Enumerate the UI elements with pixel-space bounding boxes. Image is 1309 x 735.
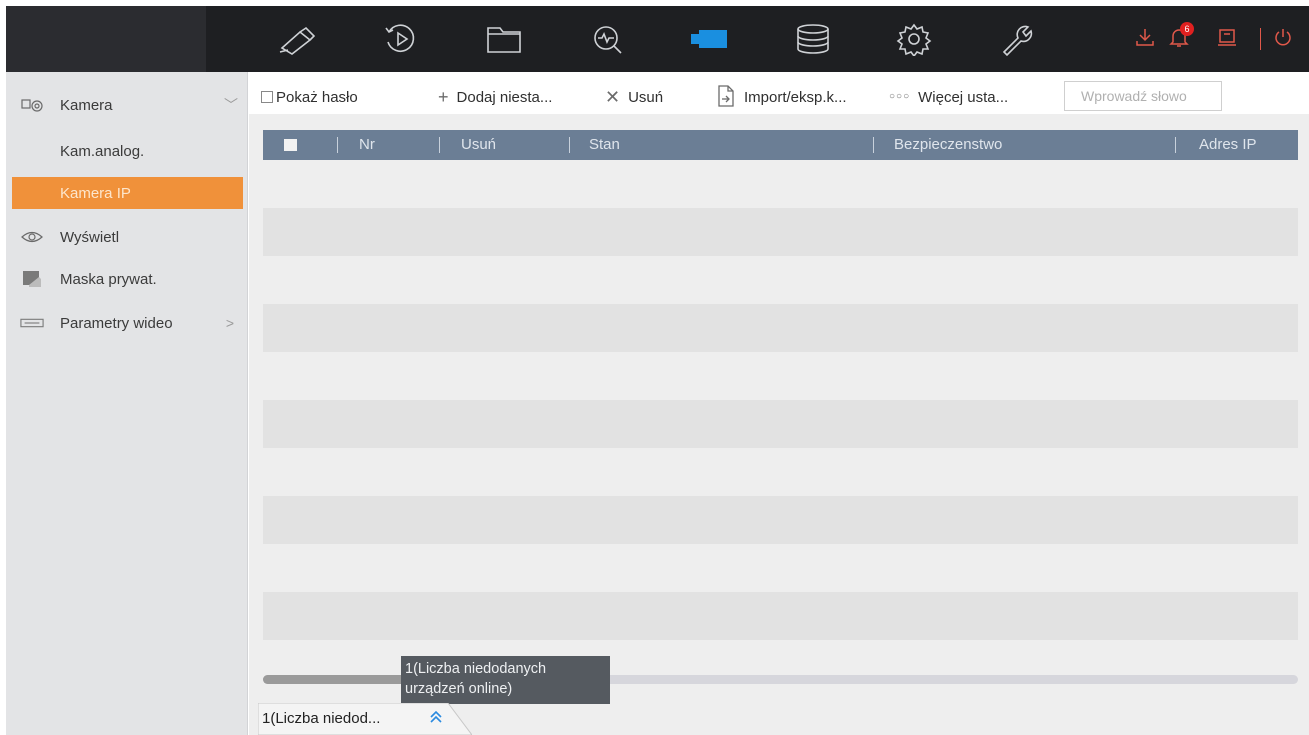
sidebar-item-label: Parametry wideo: [60, 314, 173, 332]
delete-button[interactable]: ✕ Usuń: [605, 86, 663, 108]
plus-icon: +: [438, 87, 449, 107]
display-icon[interactable]: [1216, 24, 1238, 54]
double-chevron-up-icon[interactable]: [428, 709, 444, 725]
add-device-button[interactable]: + Dodaj niesta...: [438, 86, 552, 108]
playback-icon[interactable]: [381, 22, 421, 56]
table-row[interactable]: [263, 400, 1298, 448]
table-row[interactable]: [263, 544, 1298, 592]
select-all-checkbox[interactable]: [284, 139, 297, 151]
separator: [1260, 24, 1261, 54]
table-row[interactable]: [263, 592, 1298, 640]
sidebar: Kamera ﹀ Kam.analog. Kamera IP Wyświetl …: [6, 72, 248, 735]
chevron-right-icon: >: [225, 315, 234, 331]
download-icon[interactable]: [1134, 24, 1156, 54]
logo-area: [6, 6, 206, 72]
toolbar: Pokaż hasło + Dodaj niesta... ✕ Usuń Imp…: [249, 78, 1309, 114]
sidebar-item-kamera[interactable]: Kamera ﹀: [6, 89, 248, 121]
table-row[interactable]: [263, 160, 1298, 208]
more-settings-label: Więcej usta...: [918, 88, 1009, 106]
camera-group-icon: [20, 96, 44, 114]
table-row[interactable]: [263, 496, 1298, 544]
notification-badge: 6: [1180, 21, 1194, 36]
camera-icon[interactable]: [276, 22, 316, 56]
sidebar-item-label: Maska prywat.: [60, 270, 157, 288]
table-row[interactable]: [263, 448, 1298, 496]
tooltip-line: urządzeń online): [405, 681, 513, 697]
more-settings-button[interactable]: ○○○ Więcej usta...: [889, 86, 1008, 108]
import-icon: [716, 84, 736, 110]
scrollbar-thumb[interactable]: [263, 675, 413, 684]
sidebar-item-label: Kam.analog.: [60, 142, 145, 160]
settings-icon[interactable]: [894, 22, 934, 56]
search-input[interactable]: Wprowadź słowo: [1064, 81, 1222, 111]
table-header: Nr Usuń Stan Bezpieczenstwo Adres IP: [263, 130, 1298, 160]
table-row[interactable]: [263, 208, 1298, 256]
column-header-bezpieczenstwo[interactable]: Bezpieczenstwo: [894, 130, 1002, 160]
power-icon[interactable]: [1272, 24, 1294, 54]
sidebar-item-kam-analog[interactable]: Kam.analog.: [6, 135, 248, 167]
sidebar-item-label: Kamera: [60, 96, 113, 114]
search-icon[interactable]: [588, 22, 628, 56]
more-icon: ○○○: [889, 91, 911, 102]
import-export-label: Import/eksp.k...: [744, 88, 847, 106]
sidebar-item-wyswietl[interactable]: Wyświetl: [6, 221, 248, 253]
close-icon: ✕: [605, 87, 621, 107]
chevron-down-icon: ﹀: [224, 97, 238, 113]
sidebar-item-maska-prywat[interactable]: Maska prywat.: [6, 263, 248, 295]
online-devices-tab-label: 1(Liczba niedod...: [262, 710, 381, 727]
sidebar-item-label: Kamera IP: [60, 184, 131, 202]
column-header-nr[interactable]: Nr: [359, 130, 375, 160]
tooltip-line: 1(Liczba niedodanych: [405, 661, 547, 677]
show-password-label: Pokaż hasło: [276, 88, 358, 106]
privacy-mask-icon: [20, 270, 44, 288]
eye-icon: [20, 228, 44, 246]
device-table: Nr Usuń Stan Bezpieczenstwo Adres IP 1(L…: [249, 114, 1309, 735]
add-device-label: Dodaj niesta...: [456, 88, 553, 106]
folder-icon[interactable]: [484, 22, 524, 56]
sidebar-item-kamera-ip[interactable]: Kamera IP: [12, 177, 243, 209]
column-header-adres-ip[interactable]: Adres IP: [1199, 130, 1257, 160]
sidebar-item-parametry-wideo[interactable]: Parametry wideo >: [6, 307, 248, 339]
show-password-checkbox[interactable]: Pokaż hasło: [261, 86, 358, 108]
delete-label: Usuń: [628, 88, 664, 106]
video-camera-icon[interactable]: [691, 22, 731, 56]
table-row[interactable]: [263, 352, 1298, 400]
video-params-icon: [20, 314, 44, 332]
storage-icon[interactable]: [793, 22, 833, 56]
column-header-usun[interactable]: Usuń: [461, 130, 496, 160]
top-navigation-bar: 6: [6, 6, 1309, 72]
checkbox-icon[interactable]: [261, 91, 273, 103]
column-header-stan[interactable]: Stan: [589, 130, 620, 160]
sidebar-item-label: Wyświetl: [60, 228, 120, 246]
notification-icon[interactable]: 6: [1168, 21, 1194, 54]
table-row[interactable]: [263, 256, 1298, 304]
import-export-button[interactable]: Import/eksp.k...: [716, 84, 847, 110]
tooltip: 1(Liczba niedodanych urządzeń online): [401, 656, 610, 704]
maintenance-icon[interactable]: [996, 22, 1036, 56]
table-row[interactable]: [263, 304, 1298, 352]
